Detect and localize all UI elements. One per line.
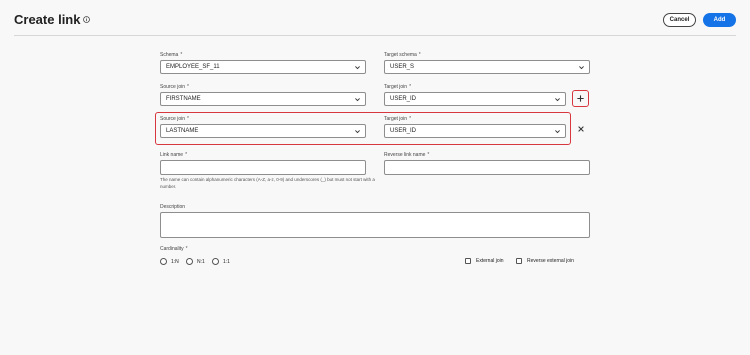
page-title-text: Create link: [14, 12, 81, 27]
external-join-checkbox[interactable]: External join: [465, 258, 504, 264]
target-schema-value: USER_S: [390, 64, 415, 70]
radio-circle: [160, 258, 167, 265]
schema-label: Schema *: [160, 52, 183, 58]
chevron-down-icon: [554, 128, 561, 137]
plus-icon: [577, 95, 584, 102]
chevron-down-icon: [354, 96, 361, 105]
target-schema-select[interactable]: USER_S: [384, 60, 590, 74]
cardinality-radio-11[interactable]: 1:1: [212, 258, 230, 265]
checkbox-box: [465, 258, 471, 264]
source-join-value-2: LASTNAME: [166, 128, 199, 134]
target-join-select-1[interactable]: USER_ID: [384, 92, 566, 106]
reverse-link-name-label: Reverse link name *: [384, 152, 430, 158]
chevron-down-icon: [578, 64, 585, 73]
cardinality-radio-1n[interactable]: 1:N: [160, 258, 179, 265]
cancel-button[interactable]: Cancel: [663, 13, 696, 27]
cardinality-label: Cardinality *: [160, 246, 188, 252]
remove-join-button[interactable]: [577, 125, 585, 133]
schema-select[interactable]: EMPLOYEE_SF_11: [160, 60, 366, 74]
link-name-help-text: The name can contain alphanumeric charac…: [160, 177, 375, 189]
cardinality-radio-n1[interactable]: N:1: [186, 258, 205, 265]
radio-circle: [212, 258, 219, 265]
target-join-value-1: USER_ID: [390, 96, 417, 102]
source-join-label: Source join *: [160, 84, 189, 90]
chevron-down-icon: [354, 128, 361, 137]
chevron-down-icon: [554, 96, 561, 105]
source-join-value-1: FIRSTNAME: [166, 96, 201, 102]
chevron-down-icon: [354, 64, 361, 73]
source-join-select-1[interactable]: FIRSTNAME: [160, 92, 366, 106]
link-name-label: Link name *: [160, 152, 188, 158]
schema-value: EMPLOYEE_SF_11: [166, 64, 220, 70]
header-divider: [14, 35, 736, 36]
close-icon: [578, 126, 584, 132]
reverse-link-name-input[interactable]: [384, 160, 590, 175]
add-join-button[interactable]: [572, 90, 589, 107]
description-label: Description: [160, 204, 186, 210]
source-join-label: Source join *: [160, 116, 189, 122]
add-button[interactable]: Add: [703, 13, 736, 27]
page-title: Create link: [14, 12, 91, 27]
description-textarea[interactable]: [160, 212, 590, 238]
target-join-label: Target join *: [384, 116, 412, 122]
reverse-external-join-checkbox[interactable]: Reverse external join: [516, 258, 574, 264]
radio-circle: [186, 258, 193, 265]
target-join-label: Target join *: [384, 84, 412, 90]
link-name-input[interactable]: [160, 160, 366, 175]
info-icon[interactable]: [83, 16, 91, 23]
target-schema-label: Target schema *: [384, 52, 421, 58]
dialog-header: Create link Cancel Add: [0, 0, 750, 36]
source-join-select-2[interactable]: LASTNAME: [160, 124, 366, 138]
checkbox-box: [516, 258, 522, 264]
target-join-select-2[interactable]: USER_ID: [384, 124, 566, 138]
target-join-value-2: USER_ID: [390, 128, 417, 134]
